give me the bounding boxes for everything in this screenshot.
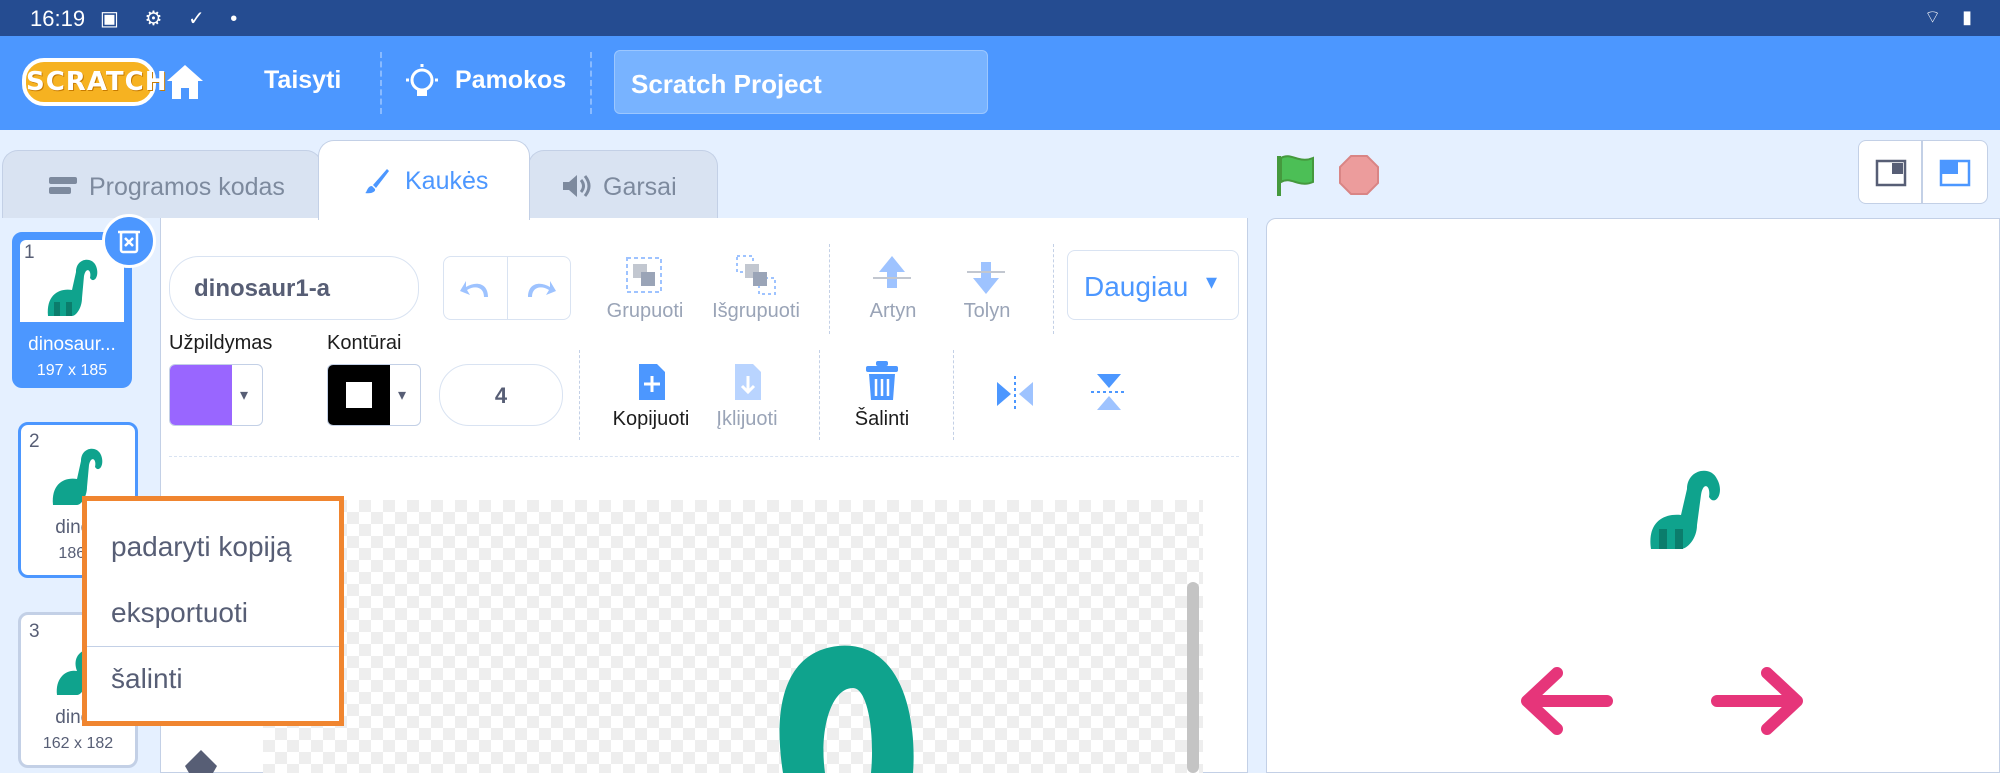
backward-label: Tolyn [963,300,1011,322]
outline-color-picker[interactable]: ▾ [327,364,421,426]
flip-horizontal-icon[interactable] [993,374,1037,414]
undo-redo-divider [507,257,508,319]
costume-context-menu: padaryti kopiją eksportuoti šalinti [82,496,344,726]
stop-icon[interactable] [1339,155,1379,195]
caret-down-icon: ▾ [1206,269,1218,294]
undo-icon[interactable] [458,273,494,305]
delete-label: Šalinti [854,408,910,430]
redo-icon[interactable] [522,273,558,305]
forward-label: Artyn [869,300,917,322]
copy-label: Kopijuoti [612,408,690,430]
costume-number: 1 [24,242,35,263]
code-icon [47,173,81,204]
toolbar-divider [819,350,820,440]
toolbar-bottom-divider [169,456,1239,457]
trash-icon[interactable] [861,358,903,404]
costume-size: 162 x 182 [42,735,114,752]
right-arrow-sprite[interactable] [1711,665,1807,737]
delete-menu-item[interactable]: šalinti [111,663,183,695]
dinosaur-thumbnail [47,259,98,316]
brush-tool-icon[interactable] [183,748,219,773]
system-icons: ⌔ ▮ [1924,7,1980,27]
copy-icon[interactable] [631,360,671,404]
speaker-icon [561,173,593,206]
brush-icon [363,167,391,202]
toolbar-divider [1053,244,1054,334]
stage[interactable] [1266,218,2000,773]
toolbar-divider [829,244,830,334]
project-title-text: Scratch Project [631,69,822,99]
tab-sounds[interactable]: Garsai [528,150,718,218]
tab-sounds-label: Garsai [603,173,677,201]
status-bar: 16:19 ▣ ⚙ ✓ • ⌔ ▮ [0,0,2000,36]
large-stage-button[interactable] [1922,140,1988,204]
costume-name-input[interactable]: dinosaur1-a [169,256,419,320]
caret-down-icon: ▾ [240,387,249,404]
menu-divider [590,52,592,114]
duplicate-menu-item[interactable]: padaryti kopiją [111,531,292,563]
caret-down-icon: ▾ [398,387,407,404]
lightbulb-icon [406,64,438,96]
group-label: Grupuoti [606,300,684,322]
export-menu-item[interactable]: eksportuoti [111,597,248,629]
forward-icon[interactable] [869,252,915,298]
fill-label: Užpildymas [169,332,273,354]
outline-label: Kontūrai [327,332,402,354]
trash-close-icon [118,230,140,254]
paste-icon[interactable] [727,360,767,404]
ungroup-icon[interactable] [733,252,779,298]
costume-number: 2 [29,431,40,452]
outline-swatch [328,365,390,425]
fill-color-picker[interactable]: ▾ [169,364,263,426]
scratch-logo[interactable]: SCRATCH [22,58,167,106]
toolbar-divider [579,350,580,440]
canvas-scrollbar [1187,582,1199,773]
backward-icon[interactable] [963,252,1009,298]
costume-name: dinosaur... [28,334,116,355]
toolbar-divider [953,350,954,440]
costume-size: 197 x 185 [36,362,108,379]
flip-vertical-icon[interactable] [1089,370,1129,414]
home-icon[interactable] [164,62,206,102]
paint-canvas[interactable] [263,500,1203,773]
small-stage-button[interactable] [1858,140,1922,204]
tab-costumes[interactable]: Kaukės [318,140,530,220]
menu-separator [87,646,339,647]
outline-width-input[interactable]: 4 [439,364,563,426]
more-label: Daugiau [1084,271,1189,302]
edit-menu[interactable]: Taisyti [264,66,341,95]
group-icon[interactable] [621,252,667,298]
costume-name-value: dinosaur1-a [194,275,331,302]
tab-code-label: Programos kodas [89,173,285,201]
notification-icons: ▣ ⚙ ✓ • [100,8,248,30]
costume-number: 3 [29,621,40,642]
delete-costume-button[interactable] [102,214,156,268]
undo-redo-group [443,256,571,320]
tab-code[interactable]: Programos kodas [2,150,322,218]
ungroup-label: Išgrupuoti [712,300,800,322]
left-arrow-sprite[interactable] [1517,665,1613,737]
menu-bar: SCRATCH Taisyti Pamokos Scratch Project [0,36,2000,130]
paste-label: Įklijuoti [716,408,778,430]
tab-costumes-label: Kaukės [405,167,489,195]
outline-width-value: 4 [494,383,508,408]
green-flag-icon[interactable] [1273,152,1319,198]
more-dropdown[interactable]: Daugiau ▾ [1067,250,1239,320]
menu-divider [380,52,382,114]
clock: 16:19 [30,6,86,31]
fill-swatch [170,365,232,425]
dinosaur-sprite[interactable] [1641,463,1735,551]
project-title-input[interactable]: Scratch Project [614,50,988,114]
tutorials-menu[interactable]: Pamokos [455,66,566,95]
